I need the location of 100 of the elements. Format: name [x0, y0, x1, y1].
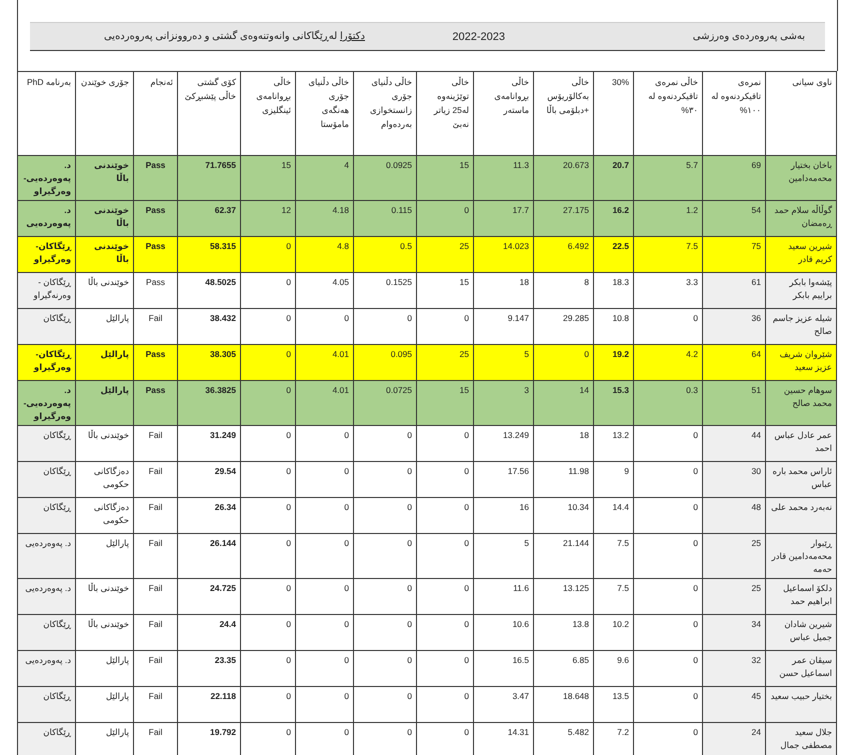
table-cell: 45	[702, 686, 766, 722]
table-cell: 13.249	[474, 426, 534, 462]
table-cell: ئاراس محمد بارە عباس	[766, 462, 836, 498]
table-cell: 23.35	[178, 650, 240, 686]
table-cell: 0.1525	[354, 272, 416, 308]
table-cell: 21.144	[534, 534, 594, 578]
table-cell: Fail	[134, 462, 178, 498]
table-cell: 44	[702, 426, 766, 462]
table-cell: 0	[296, 650, 354, 686]
table-cell: 13.8	[534, 614, 594, 650]
year-label: 2022-2023	[451, 30, 505, 42]
table-cell: 0	[296, 614, 354, 650]
table-cell: 0	[634, 426, 702, 462]
table-cell: 0	[296, 686, 354, 722]
table-cell: Fail	[134, 614, 178, 650]
table-cell: 0	[634, 650, 702, 686]
table-cell: 11.98	[534, 462, 594, 498]
table-cell: شیلە عزیز جاسم صالح	[766, 308, 836, 344]
table-cell: 32	[702, 650, 766, 686]
table-cell: بختیار حبیب سعید	[766, 686, 836, 722]
table-cell: 0	[240, 614, 296, 650]
table-cell: 15.3	[594, 380, 634, 426]
table-cell: 0	[240, 686, 296, 722]
table-cell: 0	[354, 578, 416, 614]
column-header: ناوی سیانی	[766, 72, 836, 156]
table-cell: د. پەوەردەیی	[18, 534, 76, 578]
table-cell: 36.3825	[178, 380, 240, 426]
table-cell: 4.01	[296, 380, 354, 426]
table-cell: 0	[354, 534, 416, 578]
table-cell: 10.6	[474, 614, 534, 650]
table-cell: 48	[702, 498, 766, 534]
table-cell: 0	[354, 686, 416, 722]
table-cell: 0	[634, 614, 702, 650]
table-cell: 25	[702, 578, 766, 614]
table-cell: 3.47	[474, 686, 534, 722]
table-cell: ڕێگاکان	[18, 686, 76, 722]
table-cell: 0	[240, 236, 296, 272]
table-cell: 14.023	[474, 236, 534, 272]
table-cell: 17.56	[474, 462, 534, 498]
table-cell: عمر عادل عباس احمد	[766, 426, 836, 462]
table-cell: د. پەوەردەیی	[18, 578, 76, 614]
table-cell: 0	[354, 498, 416, 534]
table-cell: 0	[240, 462, 296, 498]
table-cell: 16	[474, 498, 534, 534]
table-cell: نەبەرد محمد علی	[766, 498, 836, 534]
table-cell: 0	[296, 498, 354, 534]
table-cell: 10.2	[594, 614, 634, 650]
table-cell: 0	[240, 426, 296, 462]
table-cell: 48.5025	[178, 272, 240, 308]
department-title: بەشی پەروەردەی وەرزشی	[692, 31, 805, 42]
table-cell: 4.8	[296, 236, 354, 272]
table-cell: 0	[240, 578, 296, 614]
table-cell: 31.249	[178, 426, 240, 462]
program-title: دکتۆرا لەڕێگاکانی وانەوتنەوەی گشتی و دەروونزانی پەروەردەیی	[102, 31, 365, 42]
table-cell: 13.2	[594, 426, 634, 462]
table-cell: Fail	[134, 578, 178, 614]
table-cell: ڕێگاکان	[18, 462, 76, 498]
table-cell: 22.5	[594, 236, 634, 272]
table-cell: 0	[240, 498, 296, 534]
table-cell: 0	[416, 534, 474, 578]
table-cell: 61	[702, 272, 766, 308]
table-cell: 29.54	[178, 462, 240, 498]
table-cell: 6.492	[534, 236, 594, 272]
table-cell: 24.4	[178, 614, 240, 650]
table-cell: 25	[416, 236, 474, 272]
table-cell: 9.6	[594, 650, 634, 686]
table-cell: Fail	[134, 650, 178, 686]
table-cell: 18	[534, 426, 594, 462]
table-cell: 0	[354, 650, 416, 686]
table-cell: ڕێگاکان	[18, 614, 76, 650]
table-cell: 0	[240, 650, 296, 686]
table-cell: 30	[702, 462, 766, 498]
table-cell: سیڤان عمر اسماعیل حسن	[766, 650, 836, 686]
table-cell: دلکۆ اسماعیل ابراهیم حمد	[766, 578, 836, 614]
table-cell: 13.5	[594, 686, 634, 722]
table-cell: 14	[534, 380, 594, 426]
table-cell: 26.34	[178, 498, 240, 534]
table-cell: 3	[474, 380, 534, 426]
table-cell: جلال سعید مصطفى جمال	[766, 722, 836, 755]
table-cell: 25	[702, 534, 766, 578]
table-cell: 0	[634, 534, 702, 578]
table-cell: ڕێگاکان - وەرنەگیراو	[18, 272, 76, 308]
table-cell: 34	[702, 614, 766, 650]
table-cell: 26.144	[178, 534, 240, 578]
table-cell: 0.5	[354, 236, 416, 272]
table-cell: ڕێگاکان	[18, 722, 76, 755]
table-cell: 14.4	[594, 498, 634, 534]
table-cell: 6.85	[534, 650, 594, 686]
table-cell: 0	[240, 534, 296, 578]
table-cell: 0	[296, 578, 354, 614]
table-cell: شیرین شادان جمیل عباس	[766, 614, 836, 650]
table-cell: 0	[634, 498, 702, 534]
table-cell: 0	[416, 650, 474, 686]
table-cell: 15	[416, 272, 474, 308]
table-cell: Fail	[134, 498, 178, 534]
table-cell: 16.5	[474, 650, 534, 686]
table-cell: 7.5	[594, 578, 634, 614]
table-cell: 0.0725	[354, 380, 416, 426]
table-cell: 8	[534, 272, 594, 308]
table-cell: 7.5	[594, 534, 634, 578]
